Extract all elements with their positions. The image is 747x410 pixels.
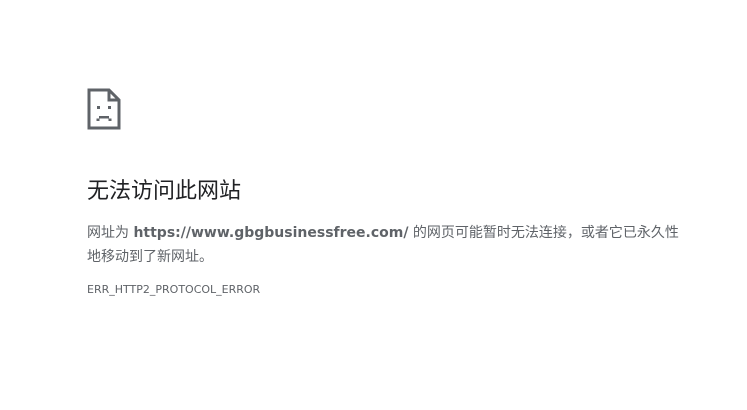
- error-code: ERR_HTTP2_PROTOCOL_ERROR: [87, 283, 261, 296]
- sad-page-icon: [87, 88, 121, 130]
- error-heading: 无法访问此网站: [87, 179, 242, 204]
- message-prefix: 网址为: [87, 225, 134, 241]
- site-host: https://www.gbgbusinessfree.com/: [133, 225, 409, 241]
- error-page: 无法访问此网站 网址为 https://www.gbgbusinessfree.…: [87, 88, 697, 297]
- error-message: 网址为 https://www.gbgbusinessfree.com/ 的网页…: [87, 221, 687, 269]
